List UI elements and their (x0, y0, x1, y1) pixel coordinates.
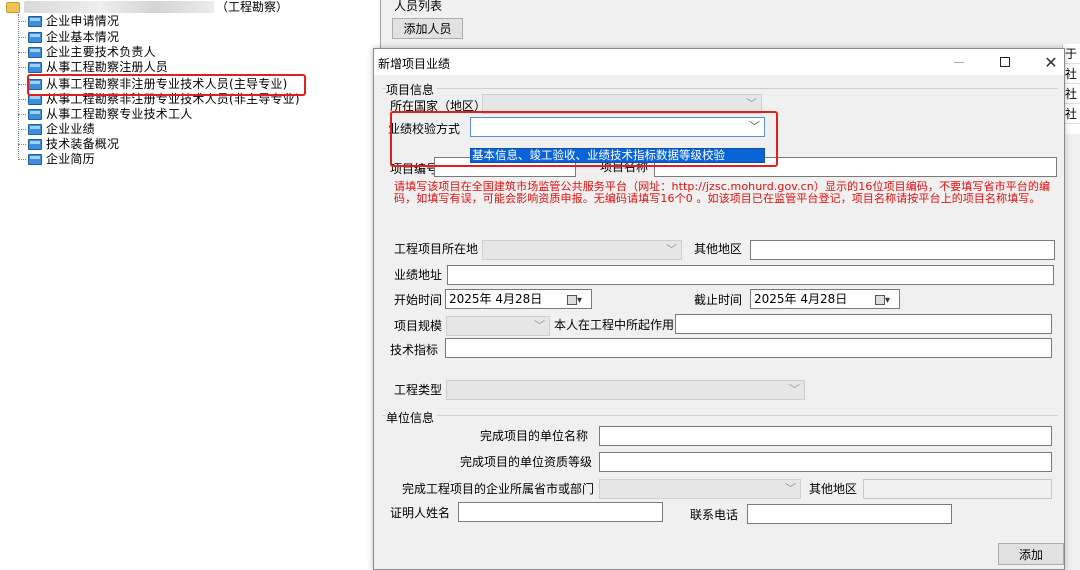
tree-item-skilled-workers[interactable]: 从事工程勘察专业技术工人 (18, 107, 192, 122)
phone-input[interactable] (747, 504, 952, 524)
start-date-label: 开始时间 (394, 293, 443, 307)
location-select[interactable]: ﹀ (482, 240, 682, 260)
unit-name-label: 完成项目的单位名称 (480, 429, 589, 443)
address-input[interactable] (447, 265, 1054, 285)
tree-item-basic-info[interactable]: 企业基本情况 (18, 30, 119, 45)
tree-item-label: 企业业绩 (46, 122, 95, 136)
add-project-dialog: 新增项目业绩 ✕ 项目信息 所在国家（地区） ﹀ 业绩校验方式 ﹀ 项目编号 项… (373, 48, 1065, 570)
grid-cell: 社 (1063, 84, 1080, 104)
witness-label: 证明人姓名 (390, 506, 451, 520)
address-label: 业绩地址 (394, 268, 443, 282)
unit-other-region-input[interactable] (863, 479, 1052, 499)
chevron-down-icon: ﹀ (785, 482, 796, 495)
unit-grade-label: 完成项目的单位资质等级 (460, 455, 593, 469)
folder-icon (28, 62, 42, 73)
tree-item-label: 企业主要技术负责人 (46, 45, 156, 59)
minimize-icon[interactable] (936, 49, 982, 75)
project-info-group-title: 项目信息 (386, 81, 438, 98)
redacted-company-name (24, 1, 214, 13)
folder-icon (28, 124, 42, 135)
start-date-value: 2025年 4月28日 (449, 292, 543, 306)
chevron-down-icon: ﹀ (789, 383, 800, 396)
grid-cell: 社 (1063, 104, 1080, 124)
folder-icon (28, 32, 42, 43)
end-date-label: 截止时间 (694, 293, 743, 307)
folder-icon (28, 16, 42, 27)
tree-item-label: 企业申请情况 (46, 14, 120, 28)
tree-item-performance[interactable]: 企业业绩 (18, 122, 95, 137)
folder-icon (28, 47, 42, 58)
tree-root-label: （工程勘察） (216, 0, 289, 14)
highlight-box (390, 111, 778, 167)
witness-input[interactable] (458, 502, 663, 522)
end-date-value: 2025年 4月28日 (754, 292, 848, 306)
unit-province-label: 完成工程项目的企业所属省市或部门 (402, 482, 595, 496)
calendar-icon[interactable]: ▾ (567, 292, 587, 306)
phone-label: 联系电话 (690, 508, 739, 522)
project-code-hint: 请填写该项目在全国建筑市场监管公共服务平台（网址：http://jzsc.moh… (394, 180, 1051, 205)
folder-icon (28, 109, 42, 120)
role-label: 本人在工程中所起作用 (554, 318, 675, 332)
tech-index-input[interactable] (445, 338, 1052, 358)
dialog-title: 新增项目业绩 (378, 57, 451, 71)
tree-item-equipment[interactable]: 技术装备概况 (18, 137, 119, 152)
close-icon[interactable]: ✕ (1028, 49, 1074, 75)
tree-item-application[interactable]: 企业申请情况 (18, 14, 119, 29)
folder-open-icon (6, 1, 20, 13)
tree-item-label: 技术装备概况 (46, 137, 120, 151)
tree-item-label: 企业基本情况 (46, 30, 120, 44)
tree-item-tech-lead[interactable]: 企业主要技术负责人 (18, 45, 156, 60)
role-input[interactable] (675, 314, 1052, 334)
location-label: 工程项目所在地 (394, 242, 479, 256)
unit-other-region-label: 其他地区 (809, 482, 858, 496)
project-type-label: 工程类型 (394, 383, 443, 397)
unit-info-group-title: 单位信息 (386, 409, 438, 426)
tree-item-history[interactable]: 企业简历 (18, 152, 95, 167)
tree-panel: （工程勘察） 企业申请情况 企业基本情况 企业主要技术负责人 从事工程勘察注册人… (0, 0, 380, 570)
tree-item-label: 从事工程勘察注册人员 (46, 60, 169, 74)
tree-item-label: 企业简历 (46, 152, 95, 166)
highlight-box (27, 74, 306, 96)
calendar-icon[interactable]: ▾ (875, 292, 895, 306)
tree-root[interactable]: （工程勘察） (6, 0, 288, 14)
end-date-picker[interactable]: 2025年 4月28日 ▾ (750, 289, 900, 309)
unit-grade-input[interactable] (599, 452, 1052, 472)
folder-icon (28, 139, 42, 150)
project-type-select[interactable]: ﹀ (446, 380, 805, 400)
folder-icon (28, 154, 42, 165)
dialog-titlebar[interactable]: 新增项目业绩 ✕ (374, 49, 1064, 75)
staff-list-group-label: 人员列表 (394, 0, 443, 13)
add-button[interactable]: 添加 (998, 543, 1064, 565)
chevron-down-icon: ﹀ (746, 97, 757, 110)
tech-index-label: 技术指标 (390, 343, 439, 357)
start-date-picker[interactable]: 2025年 4月28日 ▾ (445, 289, 592, 309)
scale-label: 项目规模 (394, 319, 443, 333)
tree-item-label: 从事工程勘察专业技术工人 (46, 107, 193, 121)
maximize-icon[interactable] (982, 49, 1028, 75)
unit-province-select[interactable]: ﹀ (599, 479, 801, 499)
chevron-down-icon: ﹀ (534, 319, 545, 332)
tree-item-registered-staff[interactable]: 从事工程勘察注册人员 (18, 60, 168, 75)
add-person-button[interactable]: 添加人员 (392, 18, 463, 39)
unit-name-input[interactable] (599, 426, 1052, 446)
chevron-down-icon: ﹀ (666, 243, 677, 256)
other-region-input[interactable] (750, 240, 1055, 260)
scale-select[interactable]: ﹀ (446, 316, 550, 336)
other-region-label: 其他地区 (694, 242, 743, 256)
